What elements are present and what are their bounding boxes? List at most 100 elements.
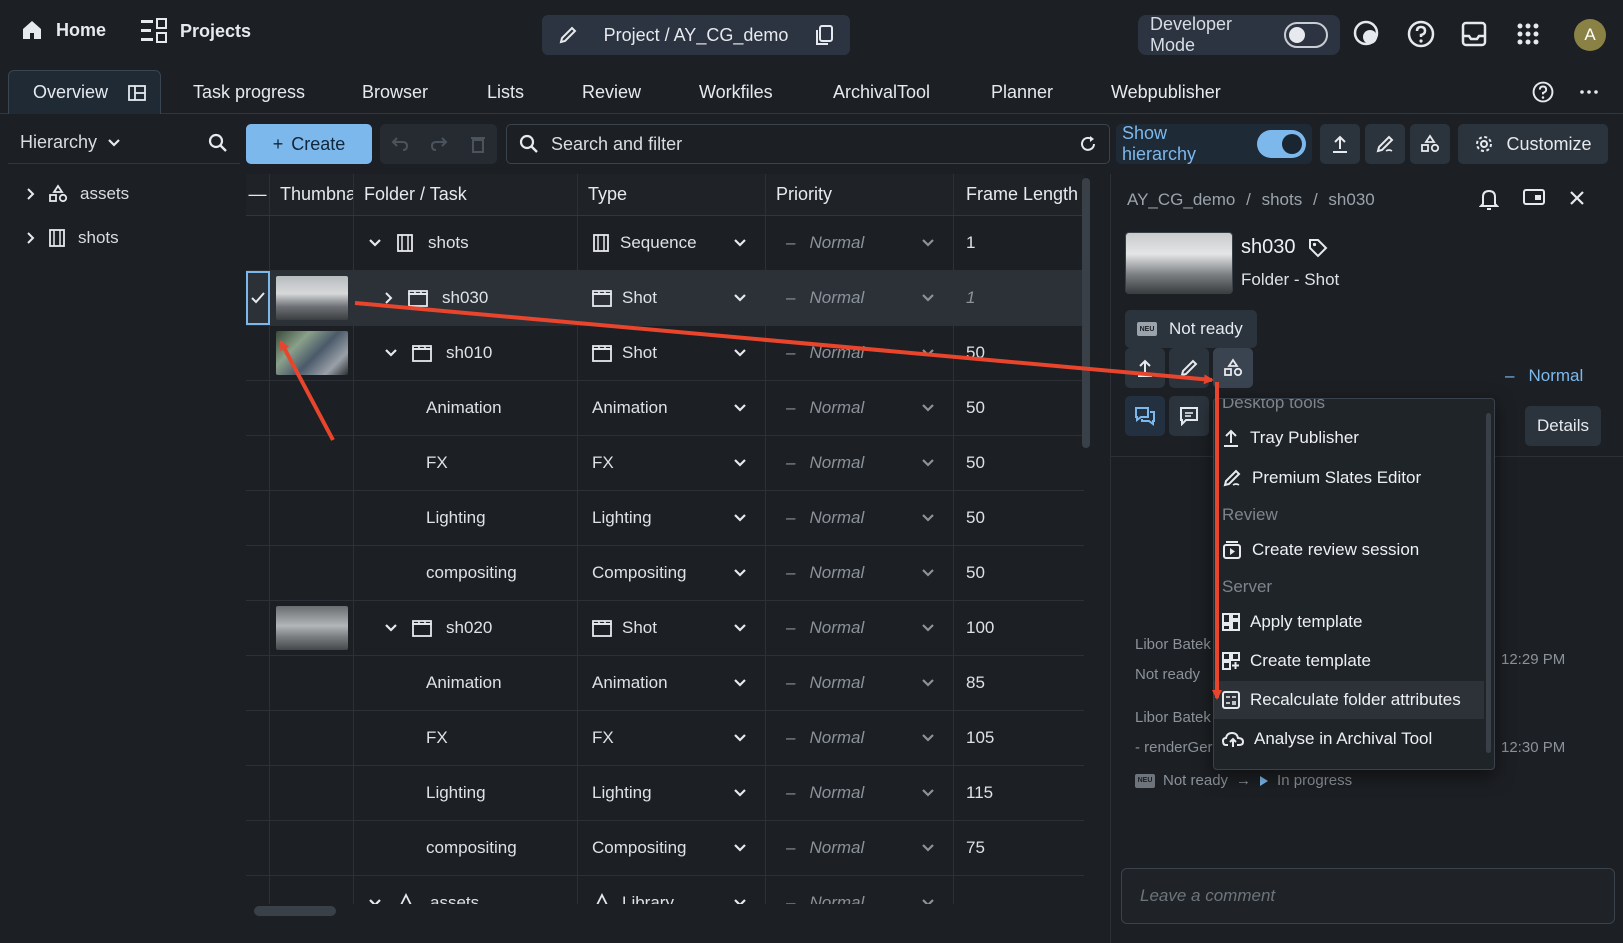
thumbnail[interactable] [275, 276, 348, 320]
comment-input[interactable]: Leave a comment [1121, 868, 1615, 924]
type-dropdown[interactable]: FX [578, 453, 765, 473]
row-frame-length[interactable]: 85 [954, 656, 1084, 710]
table-row[interactable]: sh030 Shot – Normal 1 [246, 271, 1084, 326]
tab-review[interactable]: Review [582, 70, 641, 114]
breadcrumb-item[interactable]: shots [1262, 190, 1303, 209]
chevron-down-icon[interactable] [384, 623, 398, 633]
chevron-right-icon[interactable] [26, 187, 36, 201]
more-icon[interactable] [1580, 90, 1598, 94]
shapes-tool-button[interactable] [1410, 124, 1450, 164]
breadcrumb-item[interactable]: AY_CG_demo [1127, 190, 1235, 209]
row-frame-length[interactable]: 50 [954, 546, 1084, 600]
row-checkbox[interactable] [246, 821, 270, 875]
row-checkbox[interactable] [246, 656, 270, 710]
apps-grid-icon[interactable] [1512, 18, 1544, 50]
table-row[interactable]: Lighting Lighting – Normal 115 [246, 766, 1084, 821]
undo-icon[interactable] [391, 136, 409, 152]
row-checkbox[interactable] [246, 381, 270, 435]
type-dropdown[interactable]: Shot [578, 618, 765, 638]
row-checkbox[interactable] [246, 216, 270, 270]
row-frame-length[interactable]: 100 [954, 601, 1084, 655]
priority-dropdown[interactable]: – Normal [766, 838, 953, 858]
type-dropdown[interactable]: Sequence [578, 233, 765, 253]
chevron-down-icon[interactable] [384, 348, 398, 358]
upload-button[interactable] [1320, 124, 1360, 164]
hierarchy-title[interactable]: Hierarchy [20, 132, 97, 153]
row-checkbox[interactable] [246, 711, 270, 765]
inbox-icon[interactable] [1458, 18, 1490, 50]
chat-icon[interactable] [1350, 18, 1382, 50]
project-selector[interactable]: Project / AY_CG_demo [542, 15, 850, 55]
refresh-icon[interactable] [1079, 135, 1097, 153]
chevron-right-icon[interactable] [26, 231, 36, 245]
menu-item-recalculate-folder-attributes[interactable]: Recalculate folder attributes [1214, 681, 1484, 719]
priority-dropdown[interactable]: – Normal [766, 563, 953, 583]
type-dropdown[interactable]: Lighting [578, 508, 765, 528]
status-dropdown[interactable]: NEU Not ready [1125, 310, 1257, 348]
show-hierarchy-switch[interactable] [1256, 130, 1306, 158]
type-dropdown[interactable]: FX [578, 728, 765, 748]
customize-button[interactable]: Customize [1458, 124, 1608, 164]
rp-edit-button[interactable] [1169, 348, 1209, 388]
priority-dropdown[interactable]: – Normal [766, 673, 953, 693]
type-dropdown[interactable]: Animation [578, 673, 765, 693]
table-vertical-scrollbar[interactable] [1082, 178, 1090, 448]
priority-dropdown[interactable]: – Normal [766, 398, 953, 418]
breadcrumb-item[interactable]: sh030 [1328, 190, 1374, 209]
pencil-icon[interactable] [558, 25, 578, 45]
tab-planner[interactable]: Planner [991, 70, 1053, 114]
details-button[interactable]: Details [1525, 406, 1601, 446]
menu-item-apply-template[interactable]: Apply template [1214, 603, 1484, 641]
row-frame-length[interactable]: 50 [954, 491, 1084, 545]
row-checkbox[interactable] [246, 326, 270, 380]
menu-item-analyse-in-archival-tool[interactable]: Analyse in Archival Tool [1214, 720, 1484, 758]
menu-item-create-template[interactable]: Create template [1214, 642, 1484, 680]
row-checkbox[interactable] [246, 766, 270, 820]
priority-dropdown[interactable]: – Normal [766, 453, 953, 473]
table-row[interactable]: shots Sequence – Normal 1 [246, 216, 1084, 271]
bell-icon[interactable] [1479, 188, 1499, 210]
row-frame-length[interactable]: 50 [954, 436, 1084, 490]
type-dropdown[interactable]: Shot [578, 288, 765, 308]
developer-mode-toggle[interactable]: Developer Mode [1138, 14, 1340, 55]
notes-filter-button[interactable] [1169, 396, 1209, 436]
projects-link[interactable]: Projects [140, 18, 251, 44]
search-input[interactable]: Search and filter [506, 124, 1110, 164]
close-icon[interactable] [1569, 190, 1585, 206]
select-all-checkbox[interactable]: — [246, 174, 270, 215]
developer-mode-switch[interactable] [1284, 22, 1328, 48]
table-row[interactable]: assets Library – Normal [246, 876, 1084, 904]
row-checkbox[interactable] [246, 876, 270, 904]
thumbnail[interactable] [275, 606, 348, 650]
tab-webpublisher[interactable]: Webpublisher [1111, 70, 1221, 114]
rp-upload-button[interactable] [1125, 348, 1165, 388]
tab-archivaltool[interactable]: ArchivalTool [833, 70, 930, 114]
chevron-down-icon[interactable] [368, 238, 382, 248]
row-frame-length[interactable]: 1 [954, 271, 1084, 325]
entity-thumbnail[interactable] [1125, 232, 1233, 294]
chevron-down-icon[interactable] [368, 898, 382, 904]
row-frame-length[interactable]: 105 [954, 711, 1084, 765]
menu-item-create-review-session[interactable]: Create review session [1214, 531, 1484, 569]
table-row[interactable]: FX FX – Normal 105 [246, 711, 1084, 766]
comments-filter-button[interactable] [1125, 396, 1165, 436]
priority-dropdown[interactable]: – Normal [766, 343, 953, 363]
column-header-folder-task[interactable]: Folder / Task [354, 174, 578, 215]
tab-browser[interactable]: Browser [362, 70, 428, 114]
priority-dropdown[interactable]: – Normal [766, 288, 953, 308]
chevron-down-icon[interactable] [107, 138, 121, 148]
edit-tool-button[interactable] [1365, 124, 1405, 164]
table-row[interactable]: Lighting Lighting – Normal 50 [246, 491, 1084, 546]
table-row[interactable]: sh020 Shot – Normal 100 [246, 601, 1084, 656]
sidebar-item-assets[interactable]: assets [8, 172, 240, 216]
tabs-help-icon[interactable] [1532, 81, 1554, 103]
home-link[interactable]: Home [20, 18, 106, 42]
delete-icon[interactable] [470, 135, 486, 153]
table-row[interactable]: sh010 Shot – Normal 50 [246, 326, 1084, 381]
row-checkbox[interactable] [246, 601, 270, 655]
row-checkbox[interactable] [246, 546, 270, 600]
panel-toggle-icon[interactable] [1523, 188, 1545, 206]
column-header-frame-length[interactable]: Frame Length [954, 174, 1084, 215]
table-row[interactable]: compositing Compositing – Normal 75 [246, 821, 1084, 876]
row-frame-length[interactable]: 115 [954, 766, 1084, 820]
